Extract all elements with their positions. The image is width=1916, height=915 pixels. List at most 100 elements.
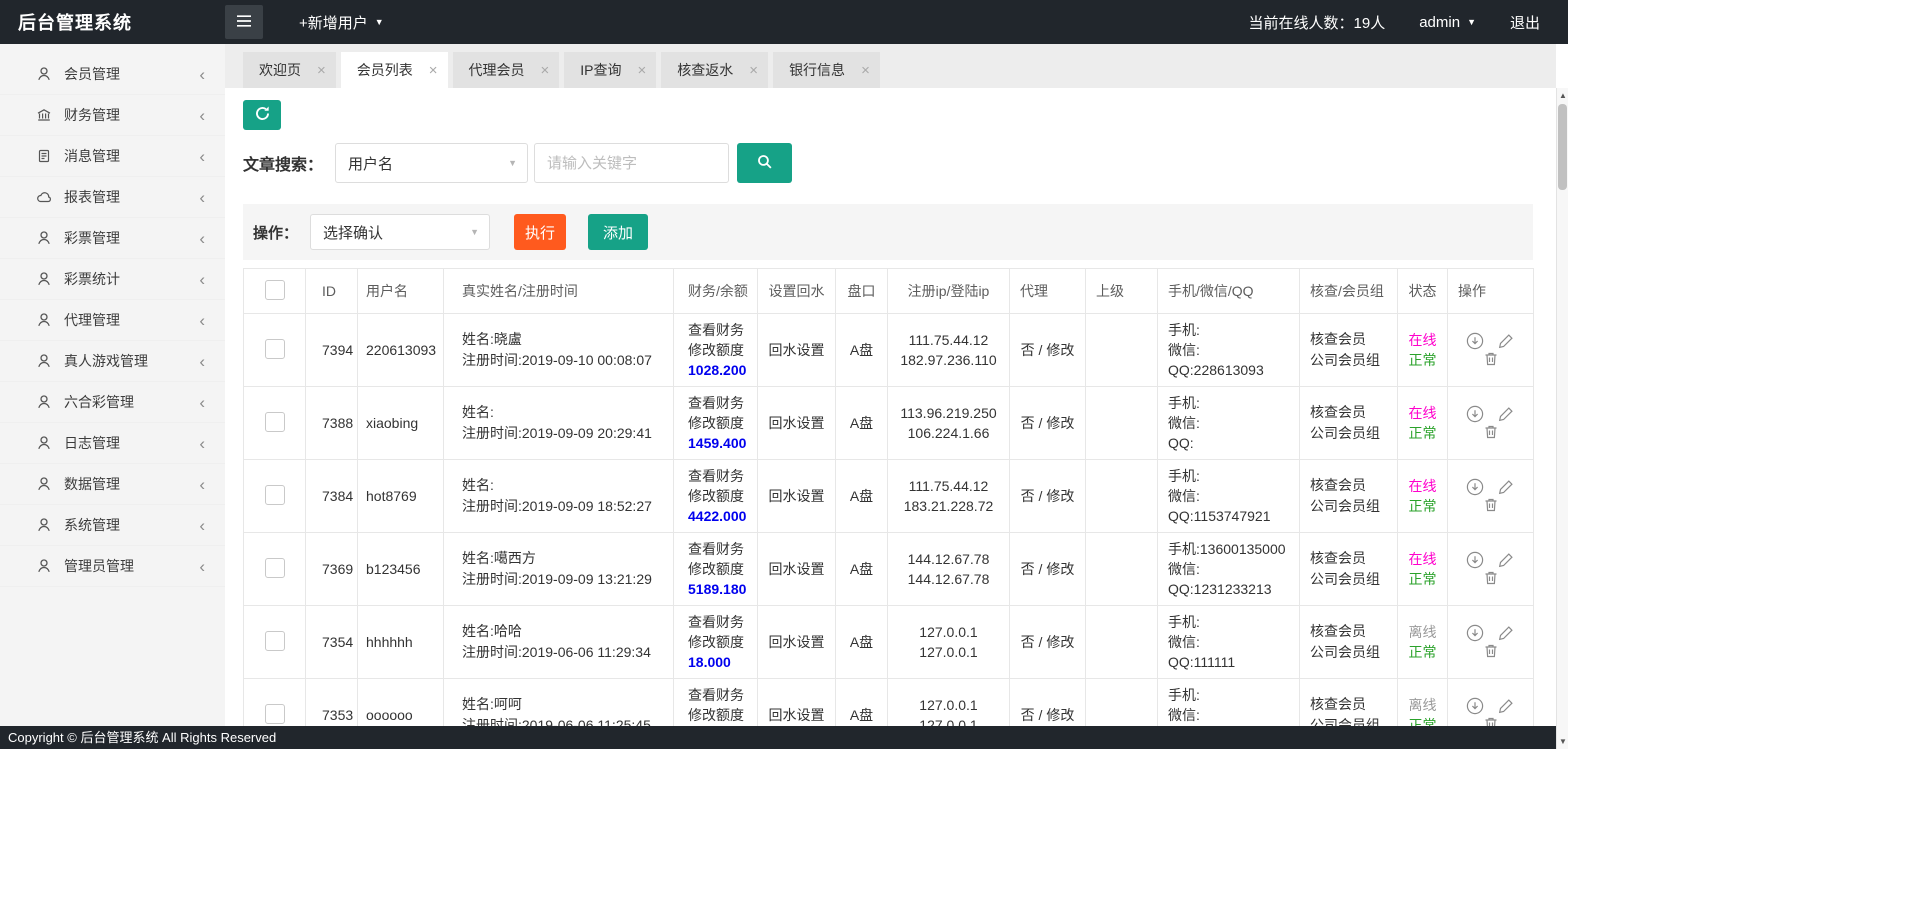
edit-quota-link[interactable]: 修改额度 [688,559,757,579]
sidebar-item-member[interactable]: 会员管理 ‹ [0,54,225,95]
download-circle-icon[interactable] [1466,551,1484,569]
view-finance-link[interactable]: 查看财务 [688,393,757,413]
check-member-link[interactable]: 核查会员 [1310,694,1397,715]
delete-icon[interactable] [1482,350,1500,368]
sidebar-item-log[interactable]: 日志管理 ‹ [0,423,225,464]
check-member-link[interactable]: 核查会员 [1310,548,1397,569]
sidebar-item-system[interactable]: 系统管理 ‹ [0,505,225,546]
delete-icon[interactable] [1482,642,1500,660]
view-finance-link[interactable]: 查看财务 [688,320,757,340]
cell-name-time: 姓名:哈哈 注册时间:2019-06-06 11:29:34 [444,606,674,679]
delete-icon[interactable] [1482,423,1500,441]
rebate-settings-link[interactable]: 回水设置 [769,707,825,723]
cell-agent[interactable]: 否 / 修改 [1010,460,1086,533]
check-member-link[interactable]: 核查会员 [1310,402,1397,423]
row-checkbox[interactable] [265,485,285,505]
close-icon[interactable]: × [638,62,647,79]
select-all-checkbox[interactable] [265,280,285,300]
sidebar-item-label: 消息管理 [64,146,199,166]
edit-quota-link[interactable]: 修改额度 [688,632,757,652]
view-finance-link[interactable]: 查看财务 [688,466,757,486]
sidebar-item-finance[interactable]: 财务管理 ‹ [0,95,225,136]
operation-select[interactable]: 选择确认 ▼ [310,214,490,250]
delete-icon[interactable] [1482,496,1500,514]
execute-button[interactable]: 执行 [514,214,566,250]
refresh-icon [254,105,271,125]
search-button[interactable] [737,143,792,183]
download-circle-icon[interactable] [1466,624,1484,642]
delete-icon[interactable] [1482,569,1500,587]
edit-icon[interactable] [1497,478,1515,496]
user-icon [36,517,52,533]
cell-agent[interactable]: 否 / 修改 [1010,606,1086,679]
cell-agent[interactable]: 否 / 修改 [1010,533,1086,606]
edit-icon[interactable] [1497,405,1515,423]
edit-icon[interactable] [1497,551,1515,569]
edit-icon[interactable] [1497,697,1515,715]
rebate-settings-link[interactable]: 回水设置 [769,561,825,577]
rebate-settings-link[interactable]: 回水设置 [769,634,825,650]
scrollbar-thumb[interactable] [1558,104,1567,190]
view-finance-link[interactable]: 查看财务 [688,539,757,559]
tab-ip-query[interactable]: IP查询 × [564,52,656,88]
download-circle-icon[interactable] [1466,332,1484,350]
close-icon[interactable]: × [541,62,550,79]
row-checkbox[interactable] [265,631,285,651]
refresh-button[interactable] [243,100,281,130]
close-icon[interactable]: × [749,62,758,79]
app-title: 后台管理系统 [0,9,225,35]
edit-quota-link[interactable]: 修改额度 [688,340,757,360]
new-user-dropdown[interactable]: +新增用户 ▼ [299,12,384,33]
rebate-settings-link[interactable]: 回水设置 [769,415,825,431]
row-checkbox[interactable] [265,412,285,432]
download-circle-icon[interactable] [1466,405,1484,423]
cell-agent[interactable]: 否 / 修改 [1010,314,1086,387]
check-member-link[interactable]: 核查会员 [1310,329,1397,350]
download-circle-icon[interactable] [1466,697,1484,715]
edit-quota-link[interactable]: 修改额度 [688,486,757,506]
row-checkbox[interactable] [265,558,285,578]
edit-icon[interactable] [1497,624,1515,642]
search-field-select[interactable]: 用户名 ▼ [335,143,528,183]
view-finance-link[interactable]: 查看财务 [688,612,757,632]
sidebar-item-mark-six[interactable]: 六合彩管理 ‹ [0,382,225,423]
sidebar-item-agent[interactable]: 代理管理 ‹ [0,300,225,341]
sidebar-item-message[interactable]: 消息管理 ‹ [0,136,225,177]
sidebar-item-data[interactable]: 数据管理 ‹ [0,464,225,505]
check-member-link[interactable]: 核查会员 [1310,621,1397,642]
table-header-row: ID 用户名 真实姓名/注册时间 财务/余额 设置回水 盘口 注册ip/登陆ip… [244,269,1534,314]
sidebar-item-live-game[interactable]: 真人游戏管理 ‹ [0,341,225,382]
tab-bank-info[interactable]: 银行信息 × [773,52,880,88]
cell-agent[interactable]: 否 / 修改 [1010,387,1086,460]
rebate-settings-link[interactable]: 回水设置 [769,488,825,504]
edit-quota-link[interactable]: 修改额度 [688,705,757,725]
scroll-down-icon[interactable]: ▼ [1557,737,1568,746]
sidebar-item-lottery-stats[interactable]: 彩票统计 ‹ [0,259,225,300]
close-icon[interactable]: × [317,62,326,79]
sidebar-item-admin[interactable]: 管理员管理 ‹ [0,546,225,587]
download-circle-icon[interactable] [1466,478,1484,496]
menu-toggle-button[interactable] [225,5,263,39]
member-group: 公司会员组 [1310,569,1397,590]
row-checkbox[interactable] [265,704,285,724]
close-icon[interactable]: × [861,62,870,79]
edit-icon[interactable] [1497,332,1515,350]
tab-welcome[interactable]: 欢迎页 × [243,52,336,88]
tab-rebate-check[interactable]: 核查返水 × [661,52,768,88]
admin-dropdown[interactable]: admin ▼ [1419,14,1476,31]
keyword-input[interactable] [534,143,729,183]
add-button[interactable]: 添加 [588,214,648,250]
rebate-settings-link[interactable]: 回水设置 [769,342,825,358]
tab-agent-member[interactable]: 代理会员 × [453,52,560,88]
sidebar-item-report[interactable]: 报表管理 ‹ [0,177,225,218]
row-checkbox[interactable] [265,339,285,359]
sidebar-item-lottery[interactable]: 彩票管理 ‹ [0,218,225,259]
logout-button[interactable]: 退出 [1510,12,1540,33]
close-icon[interactable]: × [429,62,438,79]
edit-quota-link[interactable]: 修改额度 [688,413,757,433]
check-member-link[interactable]: 核查会员 [1310,475,1397,496]
vertical-scrollbar[interactable]: ▲ ▼ [1556,88,1568,749]
tab-member-list[interactable]: 会员列表 × [341,52,448,88]
view-finance-link[interactable]: 查看财务 [688,685,757,705]
scroll-up-icon[interactable]: ▲ [1557,91,1568,100]
